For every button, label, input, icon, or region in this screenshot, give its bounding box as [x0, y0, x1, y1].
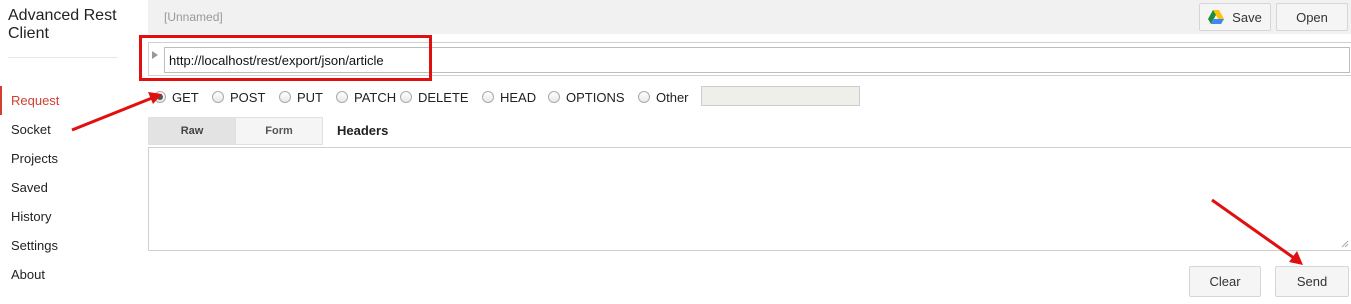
other-method-input[interactable] — [701, 86, 860, 106]
method-post-label: POST — [230, 89, 266, 105]
method-patch-label: PATCH — [354, 89, 397, 105]
tab-form[interactable]: Form — [235, 117, 323, 145]
clear-button[interactable]: Clear — [1189, 266, 1261, 297]
method-other-label: Other — [656, 89, 689, 105]
headers-textarea[interactable] — [148, 147, 1351, 251]
top-bar: [Unnamed] Save Open — [148, 0, 1351, 34]
sidebar-item-settings[interactable]: Settings — [0, 231, 140, 260]
clear-button-label: Clear — [1209, 274, 1241, 289]
method-head-label: HEAD — [500, 89, 537, 105]
sidebar-item-history[interactable]: History — [0, 202, 140, 231]
expand-toggle-icon[interactable] — [152, 51, 158, 59]
save-button[interactable]: Save — [1199, 3, 1271, 31]
method-options-label: OPTIONS — [566, 89, 625, 105]
tab-raw[interactable]: Raw — [148, 117, 236, 145]
radio-options[interactable] — [548, 91, 560, 103]
sidebar-item-saved[interactable]: Saved — [0, 173, 140, 202]
method-delete-label: DELETE — [418, 89, 469, 105]
method-patch[interactable]: PATCH — [336, 86, 396, 108]
url-row — [148, 42, 1351, 76]
sidebar-nav: Request Socket Projects Saved History Se… — [0, 86, 140, 289]
method-delete[interactable]: DELETE — [400, 86, 469, 108]
radio-put[interactable] — [279, 91, 291, 103]
sidebar-item-about[interactable]: About — [0, 260, 140, 289]
method-head[interactable]: HEAD — [482, 86, 536, 108]
radio-head[interactable] — [482, 91, 494, 103]
send-button[interactable]: Send — [1275, 266, 1349, 297]
open-button[interactable]: Open — [1276, 3, 1348, 31]
url-input[interactable] — [164, 47, 1350, 73]
google-drive-icon — [1208, 10, 1225, 24]
method-post[interactable]: POST — [212, 86, 265, 108]
method-options[interactable]: OPTIONS — [548, 86, 625, 108]
sidebar: Advanced Rest Client Request Socket Proj… — [0, 0, 148, 304]
send-button-label: Send — [1296, 274, 1328, 289]
app-title: Advanced Rest Client — [8, 7, 117, 42]
open-button-label: Open — [1296, 9, 1328, 25]
sidebar-divider — [8, 57, 118, 58]
method-other[interactable]: Other — [638, 86, 689, 108]
radio-patch[interactable] — [336, 91, 348, 103]
method-put[interactable]: PUT — [279, 86, 323, 108]
headers-label: Headers — [337, 123, 389, 138]
sidebar-item-projects[interactable]: Projects — [0, 144, 140, 173]
save-button-label: Save — [1232, 9, 1262, 25]
radio-delete[interactable] — [400, 91, 412, 103]
method-put-label: PUT — [297, 89, 323, 105]
sidebar-item-request[interactable]: Request — [0, 86, 140, 115]
method-get[interactable]: GET — [154, 86, 199, 108]
sidebar-item-socket[interactable]: Socket — [0, 115, 140, 144]
radio-get[interactable] — [154, 91, 166, 103]
radio-post[interactable] — [212, 91, 224, 103]
radio-other[interactable] — [638, 91, 650, 103]
request-name[interactable]: [Unnamed] — [164, 10, 223, 24]
method-get-label: GET — [172, 89, 199, 105]
resize-handle-icon[interactable] — [1341, 240, 1349, 248]
